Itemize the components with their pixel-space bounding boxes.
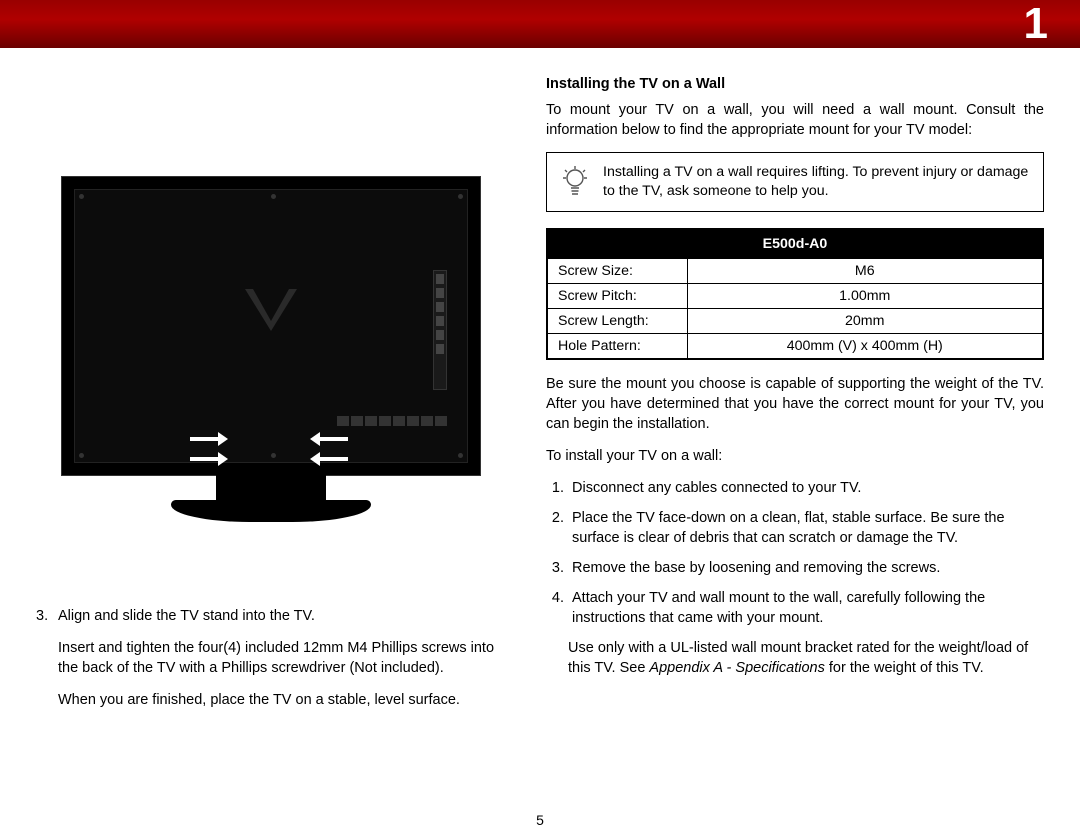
step-detail: When you are finished, place the TV on a… [36,690,506,710]
bottom-port-row [337,416,447,426]
intro-paragraph: To mount your TV on a wall, you will nee… [546,100,1044,140]
right-column: Installing the TV on a Wall To mount you… [546,76,1044,722]
step-detail: Insert and tighten the four(4) included … [36,638,506,678]
spec-label: Screw Pitch: [547,284,687,309]
list-item: Attach your TV and wall mount to the wal… [568,588,1044,628]
table-header: E500d-A0 [547,229,1043,259]
spec-label: Hole Pattern: [547,334,687,360]
step-text: Align and slide the TV stand into the TV… [58,608,315,624]
arrow-right-icon [190,432,228,446]
paragraph: Be sure the mount you choose is capable … [546,374,1044,434]
spec-value: 400mm (V) x 400mm (H) [687,334,1043,360]
page-number: 5 [536,812,544,828]
step-number: 3. [36,606,58,626]
side-port-column [433,270,447,390]
table-row: Hole Pattern: 400mm (V) x 400mm (H) [547,334,1043,360]
section-title: Installing the TV on a Wall [546,76,1044,92]
list-item: Disconnect any cables connected to your … [568,478,1044,498]
brand-v-logo [241,287,301,333]
mount-spec-table: E500d-A0 Screw Size: M6 Screw Pitch: 1.0… [546,228,1044,360]
table-row: Screw Size: M6 [547,259,1043,284]
spec-value: M6 [687,259,1043,284]
arrow-left-icon [310,452,348,466]
ul-note: Use only with a UL-listed wall mount bra… [546,638,1044,678]
lightbulb-icon [561,164,589,200]
spec-value: 20mm [687,309,1043,334]
spec-label: Screw Length: [547,309,687,334]
arrow-right-icon [190,452,228,466]
chapter-number: 1 [1024,0,1048,49]
warning-tip-box: Installing a TV on a wall requires lifti… [546,152,1044,212]
left-column: 3.Align and slide the TV stand into the … [36,76,506,722]
lead-in: To install your TV on a wall: [546,446,1044,466]
setup-steps-continued: 3.Align and slide the TV stand into the … [36,606,506,710]
arrow-left-icon [310,432,348,446]
list-item: Place the TV face-down on a clean, flat,… [568,508,1044,548]
page-body: 3.Align and slide the TV stand into the … [0,48,1080,722]
note-text: for the weight of this TV. [825,660,984,676]
table-row: Screw Pitch: 1.00mm [547,284,1043,309]
spec-value: 1.00mm [687,284,1043,309]
appendix-reference: Appendix A - Specifications [649,660,824,676]
table-row: Screw Length: 20mm [547,309,1043,334]
spec-label: Screw Size: [547,259,687,284]
tip-text: Installing a TV on a wall requires lifti… [603,163,1029,201]
wall-install-steps: Disconnect any cables connected to your … [546,478,1044,628]
chapter-header-band: 1 [0,0,1080,48]
list-item: Remove the base by loosening and removin… [568,558,1044,578]
tv-back-illustration [61,176,481,546]
